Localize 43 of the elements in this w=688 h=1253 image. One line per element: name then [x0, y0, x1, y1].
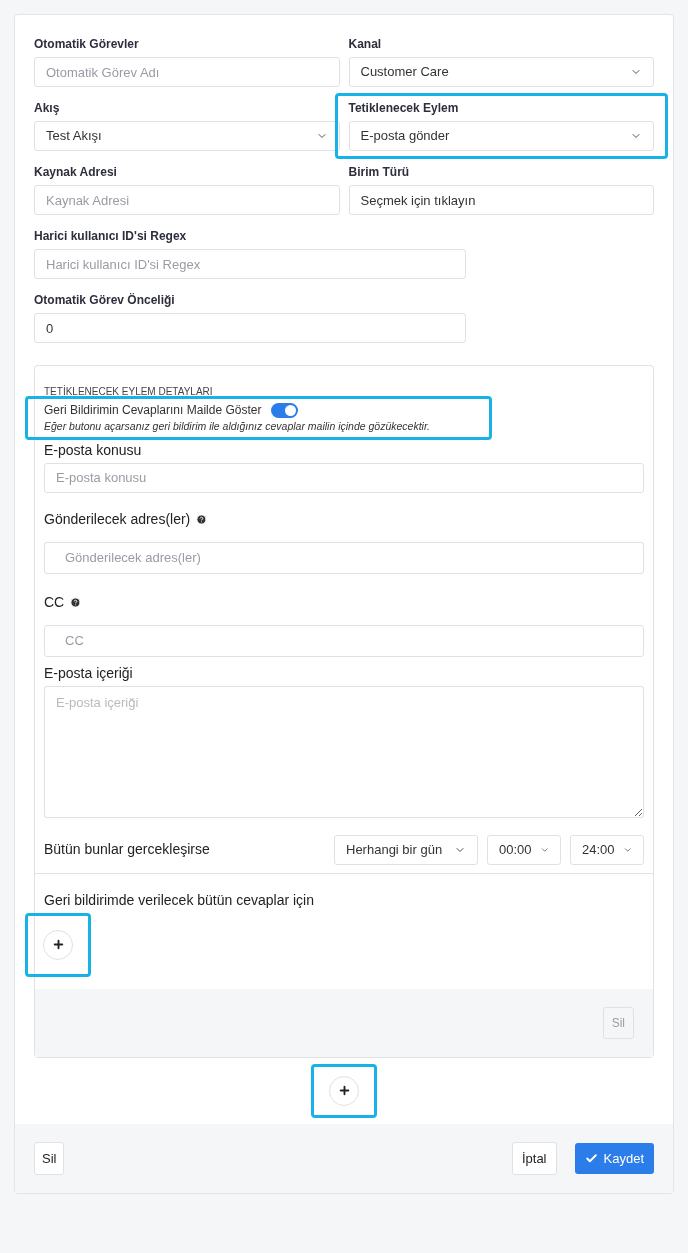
section-heading: TETİKLENECEK EYLEM DETAYLARI [44, 386, 214, 398]
check-icon [584, 1152, 598, 1165]
input-field[interactable]: Harici kullanıcı ID'si Regex [34, 249, 466, 279]
field-label: Otomatik Görevler [34, 37, 140, 51]
help-icon [196, 513, 208, 525]
input-field[interactable]: Kaynak Adresi [34, 185, 340, 215]
dropdown[interactable]: 24:00 [570, 834, 644, 865]
input-field[interactable]: CC [44, 624, 644, 657]
toggle-switch[interactable] [271, 402, 299, 418]
field-label: Kaynak Adresi [34, 165, 118, 179]
input-field[interactable]: Otomatik Görev Adı [34, 57, 340, 87]
field-label: E-posta konusu [44, 441, 143, 459]
dropdown[interactable]: Customer Care [348, 57, 654, 87]
dropdown[interactable]: E-posta gönder [348, 121, 654, 151]
field-label: Harici kullanıcı ID'si Regex [34, 229, 188, 243]
dropdown[interactable]: Herhangi bir gün [334, 834, 478, 865]
field-label: Gönderilecek adres(ler) [44, 510, 191, 528]
add-button[interactable] [43, 929, 73, 960]
dropdown[interactable]: 00:00 [487, 834, 561, 865]
toggle-label: Geri Bildirimin Cevaplarını Mailde Göster [44, 402, 262, 419]
input-field[interactable]: 0 [34, 313, 466, 343]
field-label: Kanal [348, 37, 383, 51]
dropdown[interactable]: Test Akışı [34, 121, 340, 151]
field-label: Otomatik Görev Önceliği [34, 293, 176, 307]
plus-icon [337, 1084, 351, 1098]
field-label: Akış [34, 101, 61, 115]
save-button[interactable]: Kaydet [574, 1142, 654, 1175]
field-label: Birim Türü [348, 165, 411, 179]
answers-label: Geri bildirimde verilecek bütün cevaplar için [44, 891, 315, 909]
text-area[interactable]: E-posta içeriği [44, 685, 644, 818]
cancel-button[interactable]: İptal [511, 1141, 557, 1176]
condition-label: Bütün bunlar gercekleşirse [44, 840, 211, 860]
input-field[interactable]: Gönderilecek adres(ler) [44, 541, 644, 574]
add-button[interactable] [329, 1075, 359, 1106]
hint-text: Eğer butonu açarsanız geri bildirim ile aldığınız cevaplar mailin içinde gözükecektir. [44, 419, 431, 434]
help-icon [70, 596, 82, 608]
field-label: CC [44, 593, 65, 611]
delete-button[interactable]: Sil [34, 1141, 65, 1176]
field-label: Tetiklenecek Eylem [348, 101, 460, 115]
input-field[interactable]: E-posta konusu [44, 462, 644, 493]
plus-icon [51, 938, 65, 952]
input-field[interactable]: Seçmek için tıklayın [348, 185, 654, 215]
field-label: E-posta içeriği [44, 664, 134, 682]
